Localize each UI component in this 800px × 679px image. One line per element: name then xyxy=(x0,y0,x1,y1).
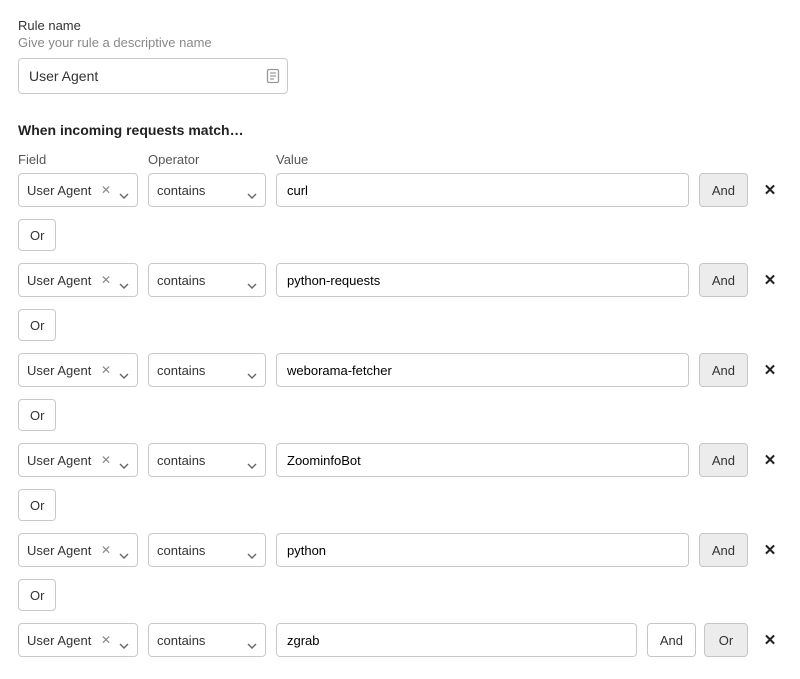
chevron-down-icon xyxy=(247,637,257,643)
value-input[interactable] xyxy=(276,173,689,207)
col-header-field: Field xyxy=(18,152,138,167)
conditions-section-title: When incoming requests match… xyxy=(18,122,782,138)
operator-select[interactable]: contains xyxy=(148,443,266,477)
rule-name-input[interactable] xyxy=(18,58,288,94)
field-select-value: User Agent xyxy=(27,273,97,288)
value-input[interactable] xyxy=(276,353,689,387)
chevron-down-icon xyxy=(247,187,257,193)
field-select-value: User Agent xyxy=(27,453,97,468)
chevron-down-icon xyxy=(119,547,129,553)
or-connector-button[interactable]: Or xyxy=(18,309,56,341)
rule-name-hint: Give your rule a descriptive name xyxy=(18,35,782,50)
chevron-down-icon xyxy=(119,457,129,463)
col-header-value: Value xyxy=(276,152,738,167)
chevron-down-icon xyxy=(247,367,257,373)
or-connector-button[interactable]: Or xyxy=(18,399,56,431)
field-select-value: User Agent xyxy=(27,183,97,198)
field-select[interactable]: User Agent ✕ xyxy=(18,533,138,567)
operator-select[interactable]: contains xyxy=(148,263,266,297)
chevron-down-icon xyxy=(119,637,129,643)
or-connector-button[interactable]: Or xyxy=(18,219,56,251)
and-button[interactable]: And xyxy=(699,353,748,387)
or-button[interactable]: Or xyxy=(704,623,748,657)
col-header-operator: Operator xyxy=(148,152,266,167)
operator-select-value: contains xyxy=(157,543,243,558)
field-select[interactable]: User Agent ✕ xyxy=(18,173,138,207)
and-button[interactable]: And xyxy=(699,533,748,567)
and-button[interactable]: And xyxy=(699,443,748,477)
operator-select[interactable]: contains xyxy=(148,533,266,567)
operator-select-value: contains xyxy=(157,633,243,648)
clear-icon[interactable]: ✕ xyxy=(101,454,111,466)
clear-icon[interactable]: ✕ xyxy=(101,634,111,646)
remove-condition-button[interactable]: ✕ xyxy=(764,273,777,288)
field-select[interactable]: User Agent ✕ xyxy=(18,443,138,477)
operator-select-value: contains xyxy=(157,453,243,468)
remove-condition-button[interactable]: ✕ xyxy=(764,183,777,198)
value-input[interactable] xyxy=(276,623,637,657)
field-select-value: User Agent xyxy=(27,543,97,558)
field-select[interactable]: User Agent ✕ xyxy=(18,623,138,657)
chevron-down-icon xyxy=(119,187,129,193)
chevron-down-icon xyxy=(119,367,129,373)
remove-condition-button[interactable]: ✕ xyxy=(764,453,777,468)
chevron-down-icon xyxy=(247,457,257,463)
field-select-value: User Agent xyxy=(27,363,97,378)
operator-select-value: contains xyxy=(157,183,243,198)
remove-condition-button[interactable]: ✕ xyxy=(764,633,777,648)
clear-icon[interactable]: ✕ xyxy=(101,364,111,376)
remove-condition-button[interactable]: ✕ xyxy=(764,543,777,558)
field-select-value: User Agent xyxy=(27,633,97,648)
operator-select[interactable]: contains xyxy=(148,353,266,387)
clear-icon[interactable]: ✕ xyxy=(101,274,111,286)
field-select[interactable]: User Agent ✕ xyxy=(18,353,138,387)
clear-icon[interactable]: ✕ xyxy=(101,184,111,196)
or-connector-button[interactable]: Or xyxy=(18,489,56,521)
chevron-down-icon xyxy=(247,547,257,553)
operator-select-value: contains xyxy=(157,273,243,288)
remove-condition-button[interactable]: ✕ xyxy=(764,363,777,378)
value-input[interactable] xyxy=(276,443,689,477)
chevron-down-icon xyxy=(247,277,257,283)
clear-icon[interactable]: ✕ xyxy=(101,544,111,556)
form-icon xyxy=(266,68,280,84)
operator-select[interactable]: contains xyxy=(148,623,266,657)
operator-select-value: contains xyxy=(157,363,243,378)
field-select[interactable]: User Agent ✕ xyxy=(18,263,138,297)
value-input[interactable] xyxy=(276,263,689,297)
and-button[interactable]: And xyxy=(699,173,748,207)
rule-name-label: Rule name xyxy=(18,18,782,33)
and-button[interactable]: And xyxy=(647,623,696,657)
chevron-down-icon xyxy=(119,277,129,283)
operator-select[interactable]: contains xyxy=(148,173,266,207)
value-input[interactable] xyxy=(276,533,689,567)
and-button[interactable]: And xyxy=(699,263,748,297)
or-connector-button[interactable]: Or xyxy=(18,579,56,611)
